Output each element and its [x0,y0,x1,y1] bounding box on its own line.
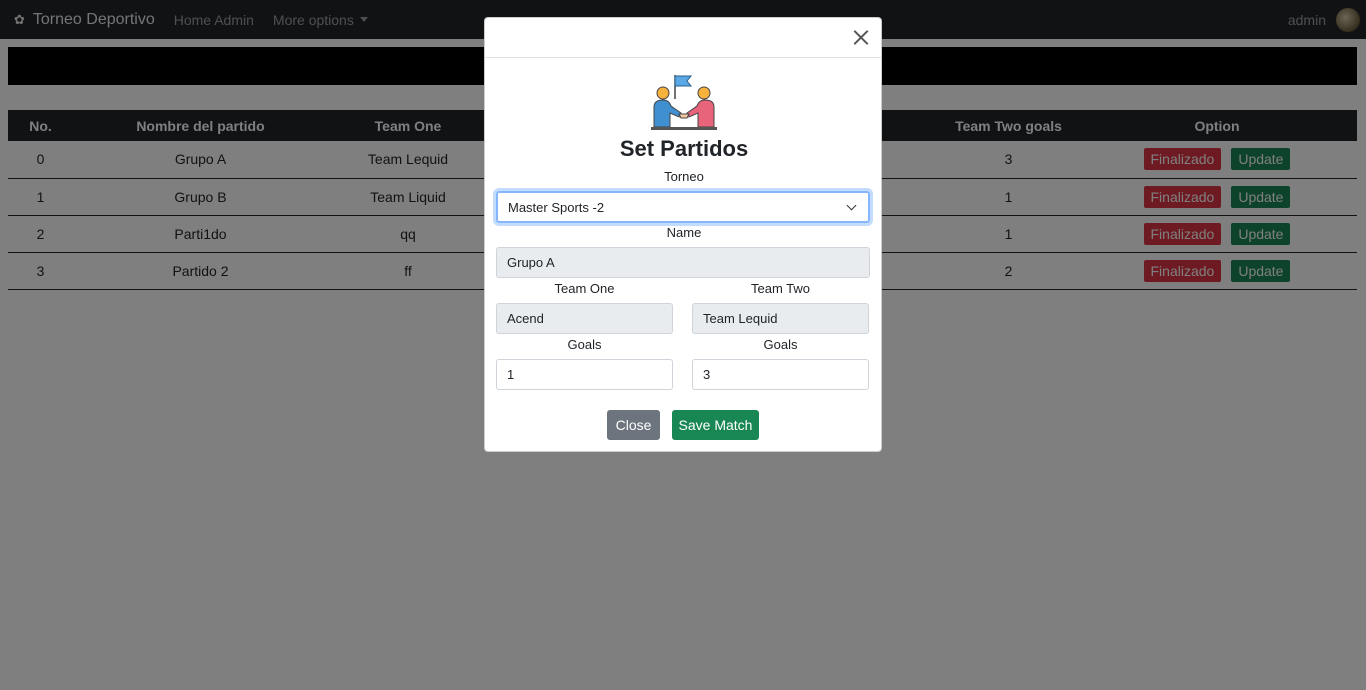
goals-two-label: Goals [763,337,798,352]
goals-one-label: Goals [567,337,602,352]
team-one-field-value: Acend [507,311,544,326]
team-two-field[interactable]: Team Lequid [692,303,869,334]
name-field-value: Grupo A [507,255,555,270]
team-one-field[interactable]: Acend [496,303,673,334]
name-label: Name [666,225,702,240]
torneo-select-value: Master Sports -2 [508,199,605,215]
save-match-button[interactable]: Save Match [672,410,759,440]
close-button[interactable]: Close [607,410,660,440]
torneo-label: Torneo [664,169,704,184]
modal-header [485,18,881,58]
name-field[interactable]: Grupo A [496,247,870,278]
goals-one-value: 1 [507,367,515,382]
modal-title: Set Partidos [619,136,749,161]
torneo-select[interactable]: Master Sports -2 [496,191,870,223]
set-partidos-modal: Set Partidos Torneo Master Sports -2 Nam… [484,17,882,452]
team-one-label: Team One [554,281,615,296]
close-icon[interactable] [851,27,871,47]
handshake-flag-icon [651,75,717,130]
goals-two-input[interactable]: 3 [692,359,869,390]
team-two-field-value: Team Lequid [703,311,778,326]
chevron-down-icon [846,200,857,211]
team-two-label: Team Two [750,281,810,296]
goals-one-input[interactable]: 1 [496,359,673,390]
goals-two-value: 3 [703,367,711,382]
